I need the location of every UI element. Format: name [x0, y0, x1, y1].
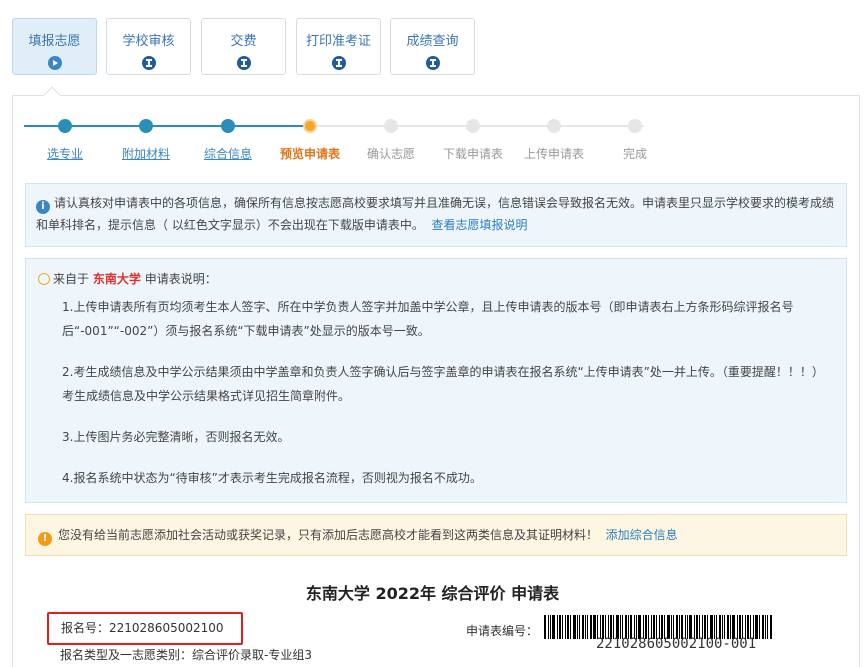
step-dot [547, 119, 561, 133]
step-download-application: 下载申请表 [442, 147, 504, 161]
tab-print-admission-ticket[interactable]: 打印准考证 [296, 18, 381, 75]
barcode-bar [582, 615, 584, 639]
barcode-bar [762, 615, 764, 639]
form-title: 东南大学 2022年 综合评价 申请表 [305, 584, 560, 603]
warning-text: 您没有给当前志愿添加社会活动或获奖记录，只有添加后志愿高校才能看到这两类信息及其… [58, 528, 599, 542]
step-additional-materials[interactable]: 附加材料 [122, 145, 170, 162]
hourglass-icon [236, 56, 251, 70]
step-finish: 完成 [622, 147, 648, 161]
step-dot [466, 119, 480, 133]
university-name: 东南大学 [92, 272, 141, 286]
info-notice: i 请认真核对申请表中的各项信息，确保所有信息按志愿高校要求填写并且准确无误，信息… [25, 183, 847, 247]
view-guide-link[interactable]: 查看志愿填报说明 [431, 218, 527, 232]
step-dot [221, 119, 235, 133]
tab-label: 学校审核 [122, 34, 175, 49]
barcode-bar [562, 615, 563, 639]
barcode-bar [544, 615, 546, 639]
step-dot [384, 119, 398, 133]
barcode-bar [559, 615, 561, 639]
tab-payment[interactable]: 交费 [201, 18, 286, 75]
tab-label: 交费 [230, 34, 257, 49]
barcode-number: 221028605002100-001 [596, 636, 757, 652]
barcode-bar [590, 615, 592, 639]
barcode-bar [770, 615, 772, 639]
step-upload-application: 上传申请表 [523, 147, 585, 161]
progress-steps: 选专业 附加材料 综合信息 预览申请表 确认志愿 下载申请表 上传申请表 完成 [24, 118, 664, 163]
barcode-bar [565, 615, 566, 639]
barcode-bar [573, 615, 576, 639]
hourglass-icon [331, 56, 346, 70]
warning-icon: ! [38, 532, 52, 546]
barcode-bar [548, 615, 549, 639]
hourglass-icon [425, 56, 440, 70]
instruction-item: 4.报名系统中状态为“待审核”才表示考生完成报名流程，否则视为报名不成功。 [62, 471, 482, 485]
step-dot [58, 119, 72, 133]
university-instructions: 来自于 东南大学 申请表说明： 1.上传申请表所有页均须考生本人签字、所在中学负… [25, 258, 847, 503]
note-prefix: 来自于 [53, 272, 90, 286]
step-dot [139, 119, 153, 133]
add-info-link[interactable]: 添加综合信息 [606, 528, 678, 542]
lightbulb-icon [38, 273, 50, 285]
step-dot [628, 119, 642, 133]
tab-label: 填报志愿 [28, 34, 81, 49]
step-confirm-choice: 确认志愿 [366, 147, 416, 161]
tab-score-query[interactable]: 成绩查询 [390, 18, 475, 75]
barcode-bar [759, 615, 760, 639]
instruction-item: 2.考生成绩信息及中学公示结果须由中学盖章和负责人签字确认后与签字盖章的申请表在… [62, 365, 824, 403]
play-icon [47, 56, 62, 70]
tab-label: 打印准考证 [305, 34, 371, 49]
barcode-bar [587, 615, 588, 639]
barcode-bar [570, 615, 571, 639]
warning-notice: ! 您没有给当前志愿添加社会活动或获奖记录，只有添加后志愿高校才能看到这两类信息及… [25, 514, 847, 556]
step-select-major[interactable]: 选专业 [47, 145, 83, 162]
registration-number: 报名号：221028605002100 [47, 612, 243, 645]
instruction-item: 1.上传申请表所有页均须考生本人签字、所在中学负责人签字并加盖中学公章，且上传申… [62, 300, 794, 338]
barcode-bar [577, 615, 578, 639]
barcode-bar [567, 615, 569, 639]
barcode-bar [579, 615, 580, 639]
barcode-bar [767, 615, 768, 639]
info-icon: i [36, 200, 50, 214]
barcode-bar [585, 615, 586, 639]
step-comprehensive-info[interactable]: 综合信息 [204, 145, 252, 162]
barcode-bar [765, 615, 766, 639]
tab-label: 成绩查询 [406, 34, 459, 49]
tab-fill-application[interactable]: 填报志愿 [12, 18, 97, 75]
barcode-bar [557, 615, 558, 639]
registration-type: 报名类型及一志愿类别：综合评价录取-专业组3 [60, 648, 312, 662]
hourglass-icon [141, 56, 156, 70]
tab-school-review[interactable]: 学校审核 [106, 18, 191, 75]
barcode-bar [552, 615, 555, 639]
note-suffix: 申请表说明： [144, 272, 217, 286]
step-dot-current [303, 119, 317, 133]
instruction-item: 3.上传图片务必完整清晰，否则报名无效。 [62, 430, 290, 444]
application-number-label: 申请表编号： [466, 624, 539, 638]
step-preview-application: 预览申请表 [279, 147, 341, 161]
barcode-bar [550, 615, 551, 639]
